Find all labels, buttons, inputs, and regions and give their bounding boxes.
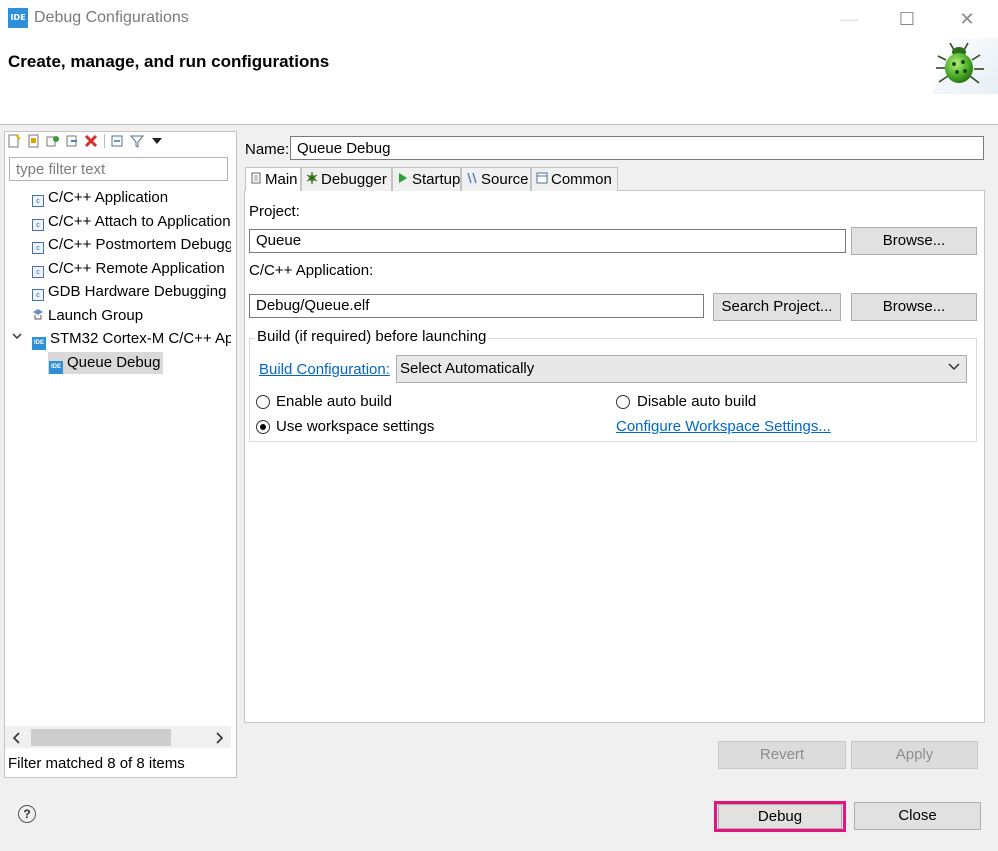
search-project-button[interactable]: Search Project... <box>713 293 841 321</box>
close-icon: ✕ <box>959 9 975 29</box>
minimize-icon: — <box>840 9 858 29</box>
tree-item-cpp-remote[interactable]: c C/C++ Remote Application <box>32 258 225 280</box>
window-title: Debug Configurations <box>34 9 189 26</box>
tree-item-queue-debug[interactable]: IDE Queue Debug <box>48 352 164 374</box>
use-workspace-settings-radio[interactable] <box>256 420 270 434</box>
use-workspace-settings-label: Use workspace settings <box>276 418 435 435</box>
c-config-icon: c <box>32 289 44 301</box>
tree-item-cpp-application[interactable]: c C/C++ Application <box>32 187 168 209</box>
tab-label: Common <box>551 171 612 188</box>
close-button[interactable]: Close <box>854 802 981 830</box>
close-window-button[interactable]: ✕ <box>944 4 990 34</box>
scroll-left-icon[interactable] <box>12 731 22 748</box>
apply-button[interactable]: Apply <box>851 741 978 769</box>
enable-auto-build-radio[interactable] <box>256 395 270 409</box>
enable-auto-build-label: Enable auto build <box>276 393 392 410</box>
application-browse-button[interactable]: Browse... <box>851 293 977 321</box>
source-icon <box>466 169 478 193</box>
build-configuration-select[interactable]: Select Automatically <box>396 355 967 383</box>
tree-item-cpp-attach[interactable]: c C/C++ Attach to Application <box>32 211 231 233</box>
tree-item-stm32[interactable]: IDE STM32 Cortex-M C/C++ Application <box>32 328 231 350</box>
tree-item-launch-group[interactable]: Launch Group <box>32 305 143 327</box>
build-configuration-link[interactable]: Build Configuration: <box>259 361 390 378</box>
configure-workspace-settings-link[interactable]: Configure Workspace Settings... <box>616 418 831 435</box>
tab-label: Source <box>481 171 529 188</box>
filter-status: Filter matched 8 of 8 items <box>8 755 185 772</box>
tree-item-label: STM32 Cortex-M C/C++ Application <box>50 330 231 347</box>
launch-group-icon <box>32 305 44 327</box>
scroll-right-icon[interactable] <box>214 731 224 748</box>
view-menu-icon[interactable] <box>150 134 164 148</box>
tab-label: Startup <box>412 171 461 188</box>
c-config-icon: c <box>32 219 44 231</box>
application-label: C/C++ Application: <box>249 262 374 279</box>
debug-button[interactable]: Debug <box>718 804 842 829</box>
filter-input[interactable] <box>9 157 228 181</box>
collapse-all-icon[interactable] <box>111 134 125 148</box>
project-field[interactable]: Queue <box>249 229 846 253</box>
new-configuration-icon[interactable] <box>7 134 21 148</box>
radio-selected-dot <box>260 424 266 430</box>
dialog-title: Create, manage, and run configurations <box>8 52 330 71</box>
build-group-title: Build (if required) before launching <box>255 328 489 345</box>
ide-app-icon: IDE <box>8 8 28 28</box>
name-input[interactable] <box>290 136 984 160</box>
ide-icon: IDE <box>49 361 63 374</box>
c-config-icon: c <box>32 195 44 207</box>
help-icon[interactable]: ? <box>18 805 36 823</box>
common-icon <box>536 169 548 193</box>
tree-item-label: C/C++ Remote Application <box>48 260 225 277</box>
tab-source[interactable]: Source <box>461 167 531 191</box>
tab-debugger[interactable]: Debugger <box>301 167 392 191</box>
tree-item-gdb-hardware[interactable]: c GDB Hardware Debugging <box>32 281 226 303</box>
duplicate-icon[interactable] <box>46 134 60 148</box>
tab-label: Debugger <box>321 171 387 188</box>
tree-item-label: C/C++ Attach to Application <box>48 213 231 230</box>
tree-item-label: Queue Debug <box>67 354 161 371</box>
new-prototype-icon[interactable] <box>27 134 41 148</box>
project-label: Project: <box>249 203 300 220</box>
disable-auto-build-radio[interactable] <box>616 395 630 409</box>
c-config-icon: c <box>32 242 44 254</box>
configuration-tree: c C/C++ Application c C/C++ Attach to Appl… <box>5 186 231 726</box>
toolbar-separator <box>104 134 105 148</box>
filter-icon[interactable] <box>129 134 145 148</box>
tree-item-label: C/C++ Postmortem Debugger <box>48 236 231 253</box>
debug-bug-icon <box>932 38 998 94</box>
maximize-button[interactable]: ☐ <box>884 4 930 34</box>
chevron-down-icon[interactable] <box>12 331 22 344</box>
scrollbar-thumb[interactable] <box>31 729 171 746</box>
chevron-down-icon <box>948 359 960 375</box>
tree-item-cpp-postmortem[interactable]: c C/C++ Postmortem Debugger <box>32 234 231 256</box>
export-icon[interactable] <box>65 134 79 148</box>
play-icon <box>397 169 409 193</box>
tree-item-label: Launch Group <box>48 307 144 324</box>
tab-startup[interactable]: Startup <box>392 167 461 191</box>
application-field[interactable]: Debug/Queue.elf <box>249 294 704 318</box>
revert-button[interactable]: Revert <box>718 741 846 769</box>
tree-item-label: C/C++ Application <box>48 189 169 206</box>
project-browse-button[interactable]: Browse... <box>851 227 977 255</box>
ide-icon: IDE <box>32 337 46 350</box>
page-icon <box>250 169 262 193</box>
name-label: Name: <box>245 141 290 158</box>
debugger-bug-icon <box>306 169 318 193</box>
tab-label: Main <box>265 171 298 188</box>
minimize-button[interactable]: — <box>826 4 872 34</box>
maximize-icon: ☐ <box>898 9 916 29</box>
tree-item-label: GDB Hardware Debugging <box>48 283 227 300</box>
tab-main[interactable]: Main <box>245 167 301 191</box>
delete-icon[interactable] <box>84 134 98 148</box>
disable-auto-build-label: Disable auto build <box>637 393 757 410</box>
tab-common[interactable]: Common <box>531 167 618 191</box>
c-config-icon: c <box>32 266 44 278</box>
